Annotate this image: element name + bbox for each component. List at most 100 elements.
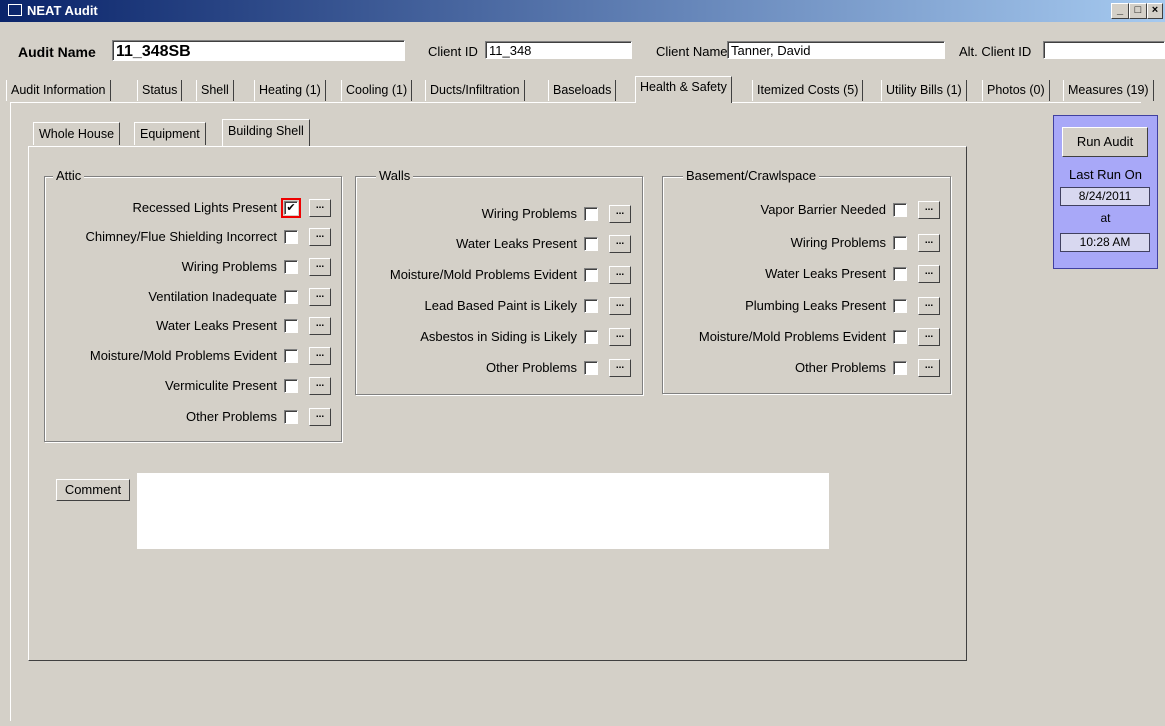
basement-row: Wiring Problems ... [663, 234, 940, 252]
walls-item-detail-button[interactable]: ... [609, 205, 631, 223]
basement-item-detail-button[interactable]: ... [918, 201, 940, 219]
basement-item-detail-button[interactable]: ... [918, 328, 940, 346]
basement-item-detail-button[interactable]: ... [918, 265, 940, 283]
walls-other-checkbox[interactable] [584, 361, 598, 375]
attic-item-label: Wiring Problems [181, 259, 277, 274]
attic-item-label: Moisture/Mold Problems Evident [89, 348, 277, 363]
tab-status[interactable]: Status [137, 80, 183, 101]
comment-button[interactable]: Comment [56, 479, 130, 501]
tab-photos[interactable]: Photos (0) [982, 80, 1050, 101]
subtab-whole-house[interactable]: Whole House [33, 122, 121, 145]
plumbing-leaks-checkbox[interactable] [893, 299, 907, 313]
tab-shell[interactable]: Shell [196, 80, 234, 101]
walls-row: Lead Based Paint is Likely ... [356, 297, 631, 315]
basement-row: Other Problems ... [663, 359, 940, 377]
client-id-label: Client ID [428, 44, 478, 59]
tab-heating[interactable]: Heating (1) [254, 80, 326, 101]
attic-item-detail-button[interactable]: ... [309, 228, 331, 246]
audit-name-field[interactable]: 11_348SB [112, 40, 405, 61]
walls-item-detail-button[interactable]: ... [609, 235, 631, 253]
attic-item-label: Water Leaks Present [156, 318, 277, 333]
walls-row: Wiring Problems ... [356, 205, 631, 223]
alt-client-id-field[interactable] [1043, 41, 1165, 59]
tab-itemized-costs[interactable]: Itemized Costs (5) [752, 80, 864, 101]
attic-item-detail-button[interactable]: ... [309, 317, 331, 335]
walls-item-detail-button[interactable]: ... [609, 266, 631, 284]
basement-other-checkbox[interactable] [893, 361, 907, 375]
vermiculite-checkbox[interactable] [284, 379, 298, 393]
title-bar: NEAT Audit _ □ × [0, 0, 1165, 22]
close-button[interactable]: × [1147, 3, 1163, 19]
attic-item-detail-button[interactable]: ... [309, 377, 331, 395]
attic-row: Recessed Lights Present ✔ ... [45, 198, 331, 218]
walls-item-label: Moisture/Mold Problems Evident [389, 267, 577, 282]
basement-group-title: Basement/Crawlspace [683, 168, 820, 183]
client-name-field[interactable]: Tanner, David [727, 41, 945, 59]
attic-item-detail-button[interactable]: ... [309, 408, 331, 426]
walls-item-label: Lead Based Paint is Likely [424, 298, 577, 313]
comment-field[interactable] [137, 473, 829, 549]
subtab-equipment[interactable]: Equipment [134, 122, 206, 145]
chimney-flue-checkbox[interactable] [284, 230, 298, 244]
attic-item-label: Other Problems [185, 409, 277, 424]
basement-moisture-checkbox[interactable] [893, 330, 907, 344]
recessed-lights-checkbox[interactable]: ✔ [281, 198, 301, 218]
attic-item-label: Ventilation Inadequate [148, 289, 277, 304]
walls-group: Walls Wiring Problems ... Water Leaks Pr… [355, 168, 643, 395]
attic-item-label: Chimney/Flue Shielding Incorrect [85, 229, 277, 244]
run-audit-button[interactable]: Run Audit [1062, 127, 1148, 157]
client-id-field[interactable]: 11_348 [485, 41, 632, 59]
subtab-building-shell[interactable]: Building Shell [222, 119, 310, 146]
ventilation-checkbox[interactable] [284, 290, 298, 304]
basement-item-detail-button[interactable]: ... [918, 297, 940, 315]
walls-item-label: Water Leaks Present [456, 236, 577, 251]
attic-row: Vermiculite Present ... [45, 377, 331, 395]
basement-row: Plumbing Leaks Present ... [663, 297, 940, 315]
basement-water-leaks-checkbox[interactable] [893, 267, 907, 281]
attic-item-label: Recessed Lights Present [132, 200, 277, 215]
tab-measures[interactable]: Measures (19) [1063, 80, 1154, 101]
tab-cooling[interactable]: Cooling (1) [341, 80, 413, 101]
walls-item-detail-button[interactable]: ... [609, 297, 631, 315]
attic-group-title: Attic [53, 168, 85, 183]
walls-item-detail-button[interactable]: ... [609, 328, 631, 346]
maximize-button[interactable]: □ [1129, 3, 1147, 19]
tab-ducts-infiltration[interactable]: Ducts/Infiltration [425, 80, 525, 101]
vapor-barrier-checkbox[interactable] [893, 203, 907, 217]
basement-row: Water Leaks Present ... [663, 265, 940, 283]
basement-item-label: Wiring Problems [790, 235, 886, 250]
basement-item-detail-button[interactable]: ... [918, 234, 940, 252]
attic-wiring-checkbox[interactable] [284, 260, 298, 274]
attic-group: Attic Recessed Lights Present ✔ ... Chim… [44, 168, 342, 442]
tab-utility-bills[interactable]: Utility Bills (1) [881, 80, 967, 101]
attic-moisture-checkbox[interactable] [284, 349, 298, 363]
walls-row: Asbestos in Siding is Likely ... [356, 328, 631, 346]
asbestos-checkbox[interactable] [584, 330, 598, 344]
audit-name-label: Audit Name [18, 44, 96, 60]
attic-row: Water Leaks Present ... [45, 317, 331, 335]
tab-audit-information[interactable]: Audit Information [6, 80, 111, 101]
walls-row: Other Problems ... [356, 359, 631, 377]
basement-wiring-checkbox[interactable] [893, 236, 907, 250]
basement-item-detail-button[interactable]: ... [918, 359, 940, 377]
tab-baseloads[interactable]: Baseloads [548, 80, 617, 101]
walls-item-label: Wiring Problems [481, 206, 577, 221]
walls-water-leaks-checkbox[interactable] [584, 237, 598, 251]
attic-item-detail-button[interactable]: ... [309, 258, 331, 276]
at-label: at [1100, 211, 1111, 225]
attic-item-detail-button[interactable]: ... [309, 288, 331, 306]
walls-row: Moisture/Mold Problems Evident ... [356, 266, 631, 284]
minimize-button[interactable]: _ [1111, 3, 1129, 19]
attic-item-detail-button[interactable]: ... [309, 199, 331, 217]
lead-paint-checkbox[interactable] [584, 299, 598, 313]
tab-health-safety[interactable]: Health & Safety [635, 76, 732, 103]
attic-other-checkbox[interactable] [284, 410, 298, 424]
app-icon [8, 4, 22, 16]
attic-water-leaks-checkbox[interactable] [284, 319, 298, 333]
attic-row: Chimney/Flue Shielding Incorrect ... [45, 228, 331, 246]
walls-wiring-checkbox[interactable] [584, 207, 598, 221]
walls-moisture-checkbox[interactable] [584, 268, 598, 282]
walls-item-detail-button[interactable]: ... [609, 359, 631, 377]
attic-item-detail-button[interactable]: ... [309, 347, 331, 365]
attic-row: Other Problems ... [45, 408, 331, 426]
